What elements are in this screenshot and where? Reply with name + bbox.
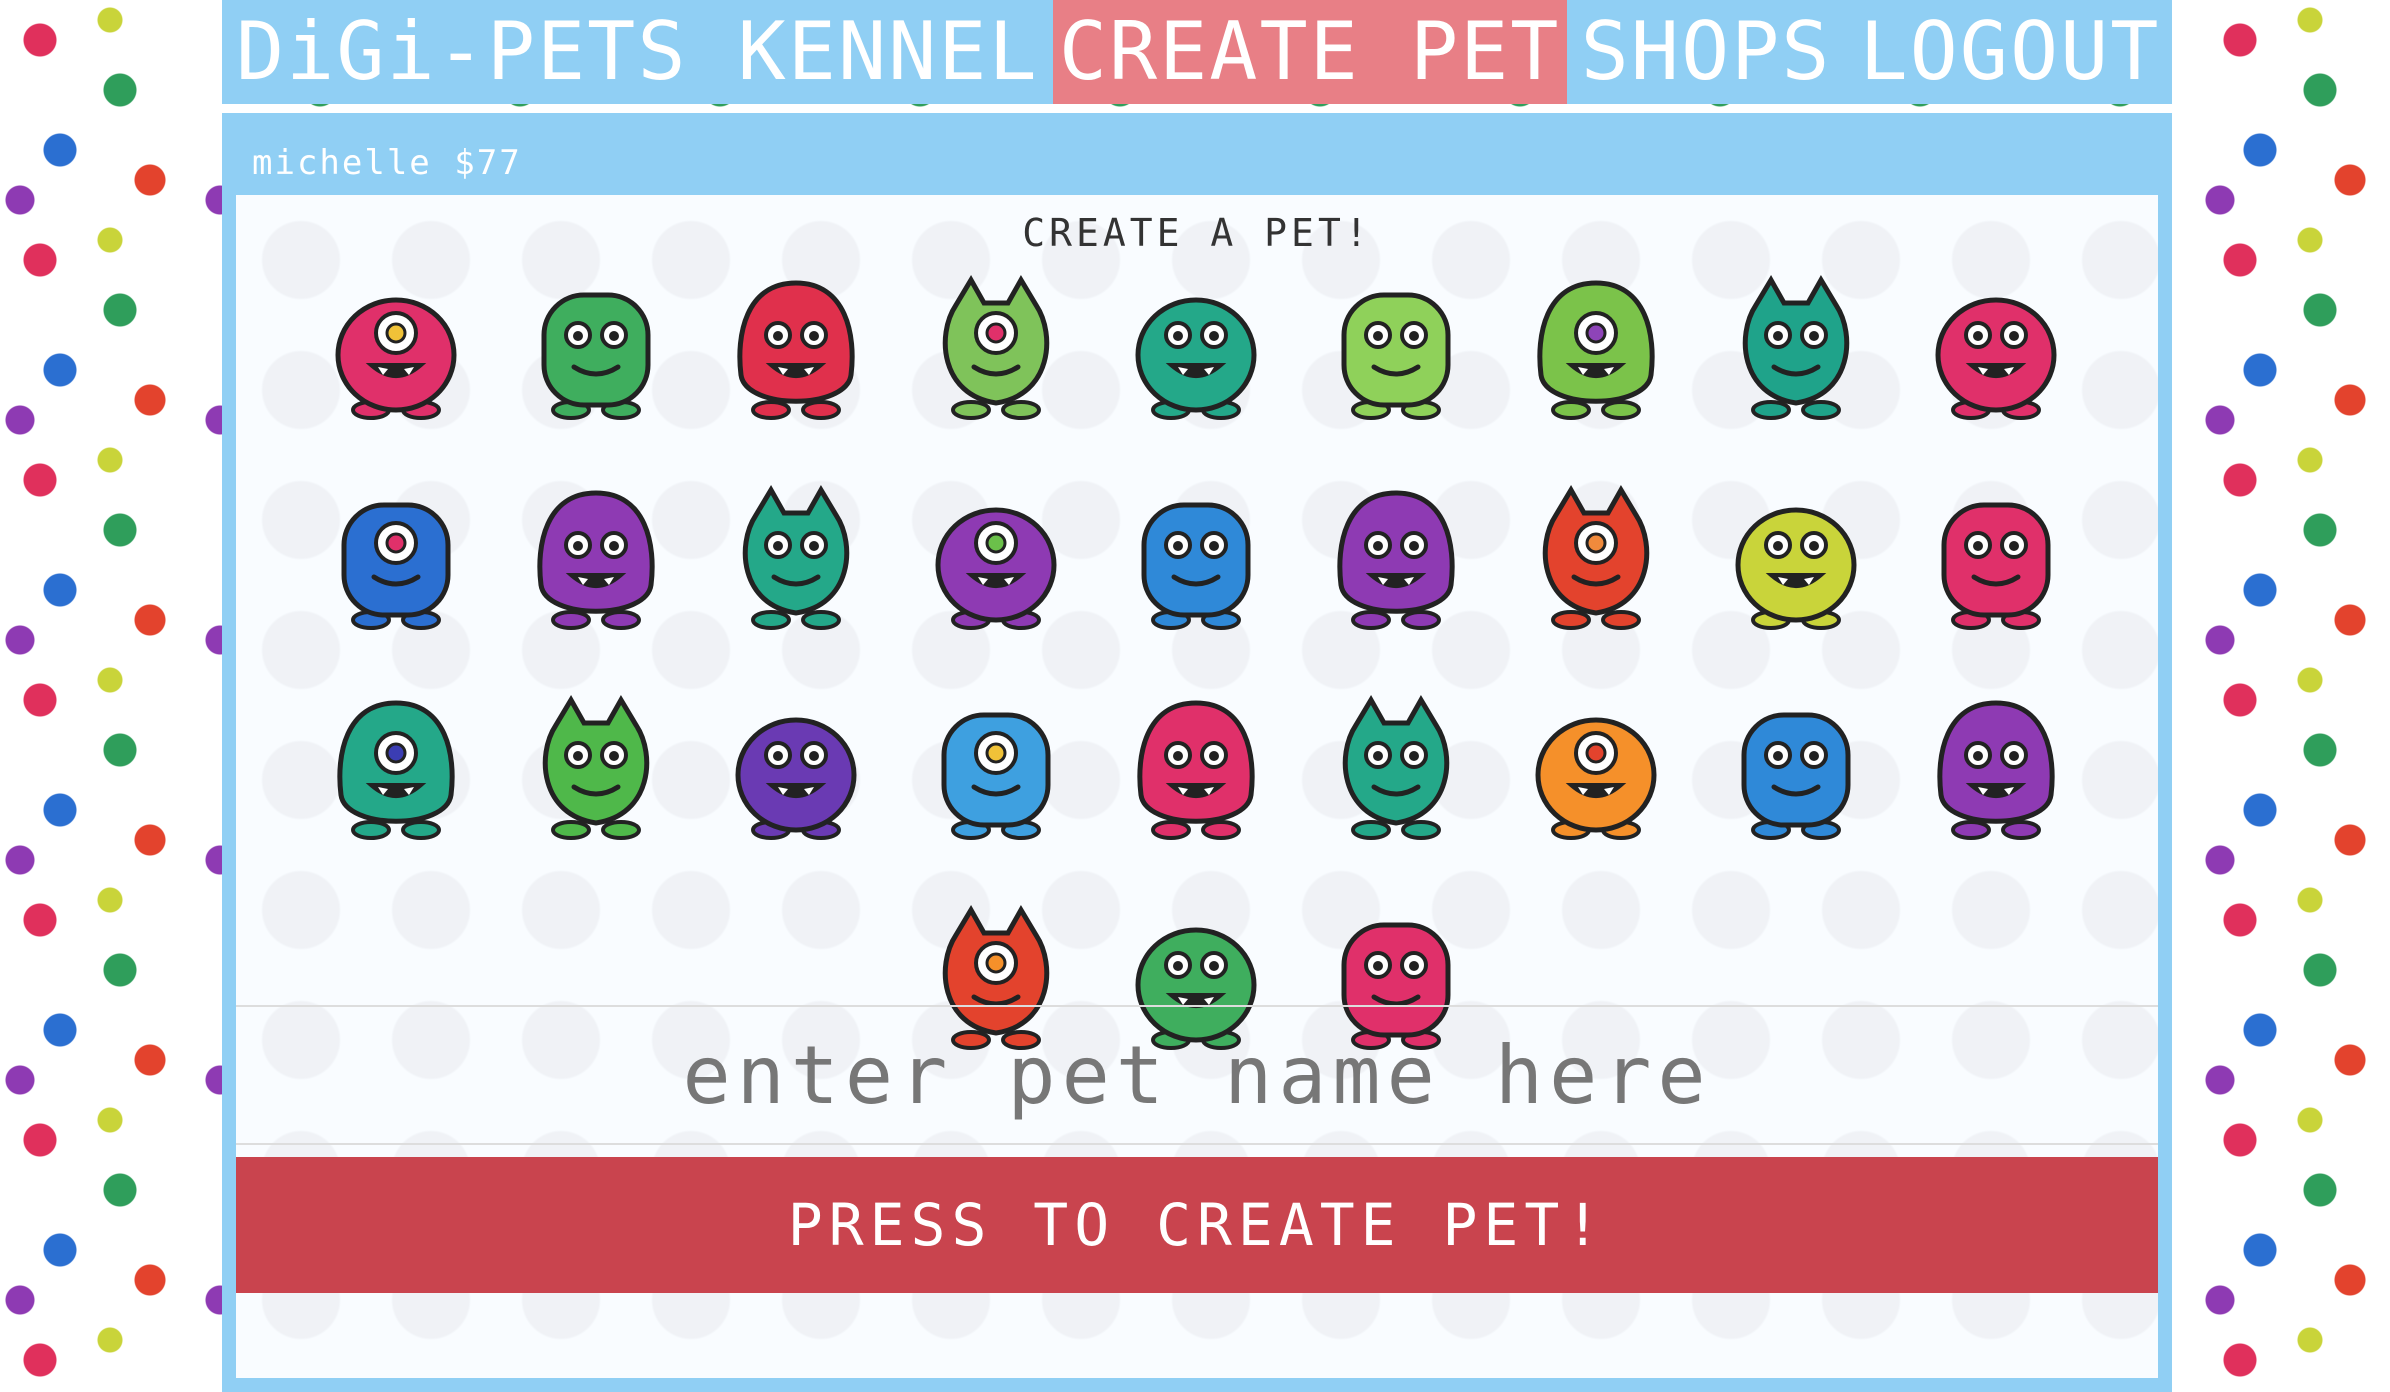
green-one-eyed-monster-icon[interactable] (516, 685, 676, 845)
pet-name-input[interactable] (236, 1005, 2158, 1145)
yellow-robot-monster-icon[interactable] (1716, 475, 1876, 635)
purple-tall-monster-icon[interactable] (1916, 685, 2076, 845)
right-wallpaper (2172, 0, 2390, 1392)
blue-horned-monster-icon[interactable] (1116, 475, 1276, 635)
nav-shops-link[interactable]: SHOPS (1567, 0, 1846, 104)
purple-tongue-monster-icon[interactable] (1316, 475, 1476, 635)
create-pet-panel: michelle $77 CREATE A PET! PRESS TO CREA… (222, 113, 2172, 1392)
spiky-green-monster-icon[interactable] (516, 265, 676, 425)
top-navigation: DiGi-PETS KENNEL CREATE PET SHOPS LOGOUT (222, 0, 2172, 104)
purple-spiky-monster-icon[interactable] (716, 685, 876, 845)
nav-brand-link[interactable]: DiGi-PETS KENNEL (222, 0, 1053, 104)
lime-alien-monster-icon[interactable] (916, 265, 1076, 425)
user-info: michelle $77 (252, 143, 522, 183)
furry-blue-monster-icon[interactable] (316, 475, 476, 635)
pet-selection-grid (316, 265, 2096, 1105)
horned-lime-monster-icon[interactable] (1316, 265, 1476, 425)
blue-robot-monster-icon[interactable] (916, 685, 1076, 845)
red-devil-monster-icon[interactable] (1516, 475, 1676, 635)
pink-blob-monster-icon[interactable] (1116, 685, 1276, 845)
hooded-green-monster-icon[interactable] (1516, 265, 1676, 425)
stalk-eyed-red-monster-icon[interactable] (716, 265, 876, 425)
left-wallpaper (0, 0, 222, 1392)
teal-big-monster-icon[interactable] (316, 685, 476, 845)
user-balance: $77 (454, 143, 522, 183)
teal-troll-monster-icon[interactable] (1116, 265, 1276, 425)
create-pet-content: CREATE A PET! PRESS TO CREATE PET! (236, 195, 2158, 1378)
username: michelle (252, 143, 432, 183)
purple-screaming-monster-icon[interactable] (516, 475, 676, 635)
teal-grinning-monster-icon[interactable] (1316, 685, 1476, 845)
nav-create-pet-link[interactable]: CREATE PET (1052, 0, 1567, 104)
purple-horned-monster-icon[interactable] (916, 475, 1076, 635)
create-pet-button[interactable]: PRESS TO CREATE PET! (236, 1157, 2158, 1293)
blue-bat-monster-icon[interactable] (1716, 685, 1876, 845)
orange-eyed-monster-icon[interactable] (1516, 685, 1676, 845)
page-title: CREATE A PET! (1022, 211, 1372, 255)
nav-logout-link[interactable]: LOGOUT (1845, 0, 2180, 104)
red-angry-monster-icon[interactable] (1916, 265, 2076, 425)
green-cyclops-monster-icon[interactable] (716, 475, 876, 635)
pink-spotted-monster-icon[interactable] (1916, 475, 2076, 635)
one-eyed-pink-monster-icon[interactable] (316, 265, 476, 425)
teal-cyclops-monster-icon[interactable] (1716, 265, 1876, 425)
